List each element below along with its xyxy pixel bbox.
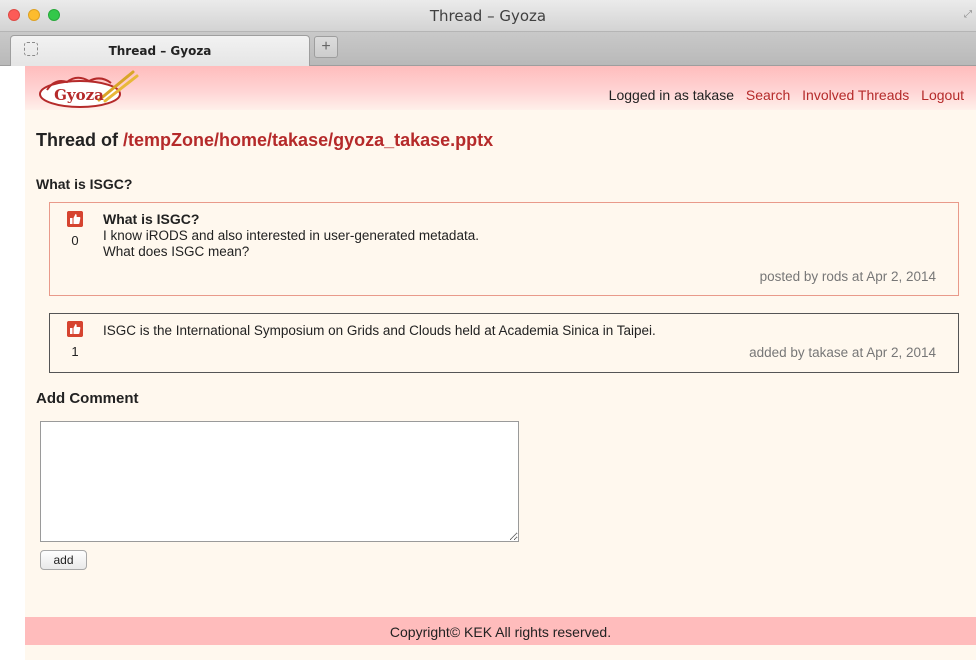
- site-footer: Copyright© KEK All rights reserved.: [25, 617, 976, 645]
- tab-label: Thread – Gyoza: [108, 44, 212, 58]
- nav-link-logout[interactable]: Logout: [921, 87, 964, 103]
- vote-count: 1: [71, 344, 79, 359]
- site-header: Gyoza Logged in as takase Search Involve…: [25, 66, 976, 110]
- logged-in-label: Logged in as takase: [608, 87, 734, 103]
- tab-thread-gyoza[interactable]: Thread – Gyoza: [10, 35, 310, 66]
- post-title: What is ISGC?: [103, 211, 200, 227]
- nav-link-search[interactable]: Search: [746, 87, 790, 103]
- vote-count: 0: [71, 233, 79, 248]
- page-content: Gyoza Logged in as takase Search Involve…: [25, 66, 976, 660]
- thread-file-path-link[interactable]: /tempZone/home/takase/gyoza_takase.pptx: [123, 130, 493, 150]
- post-body-line: I know iRODS and also interested in user…: [103, 228, 479, 243]
- comment-item: 1 ISGC is the International Symposium on…: [49, 313, 959, 373]
- header-nav: Logged in as takase Search Involved Thre…: [601, 87, 964, 103]
- post-item: 0 What is ISGC? I know iRODS and also in…: [49, 202, 959, 296]
- comment-meta: added by takase at Apr 2, 2014: [749, 345, 936, 360]
- logo-text: Gyoza: [54, 86, 104, 104]
- fullscreen-icon[interactable]: ⤢: [964, 9, 972, 20]
- window-title: Thread – Gyoza: [429, 7, 547, 25]
- add-comment-heading: Add Comment: [36, 390, 139, 407]
- nav-link-involved-threads[interactable]: Involved Threads: [802, 87, 909, 103]
- page-title: Thread of /tempZone/home/takase/gyoza_ta…: [36, 130, 493, 151]
- post-body-line: What does ISGC mean?: [103, 244, 250, 259]
- comment-textarea[interactable]: [40, 421, 519, 542]
- comment-body: ISGC is the International Symposium on G…: [103, 323, 656, 338]
- post-meta: posted by rods at Apr 2, 2014: [759, 269, 936, 284]
- add-comment-button[interactable]: add: [40, 550, 87, 570]
- post-body: I know iRODS and also interested in user…: [103, 228, 479, 260]
- thread-title-prefix: Thread of: [36, 130, 119, 150]
- thread-subject: What is ISGC?: [36, 176, 133, 192]
- thumbs-up-icon[interactable]: [67, 211, 83, 227]
- page-viewport: Gyoza Logged in as takase Search Involve…: [0, 66, 976, 660]
- window-titlebar: Thread – Gyoza ⤢: [0, 0, 976, 32]
- new-tab-button[interactable]: +: [314, 36, 338, 58]
- tab-bar: Thread – Gyoza +: [0, 32, 976, 66]
- gyoza-logo[interactable]: Gyoza: [37, 70, 147, 110]
- copyright-text: Copyright© KEK All rights reserved.: [389, 624, 612, 640]
- thumbs-up-icon[interactable]: [67, 321, 83, 337]
